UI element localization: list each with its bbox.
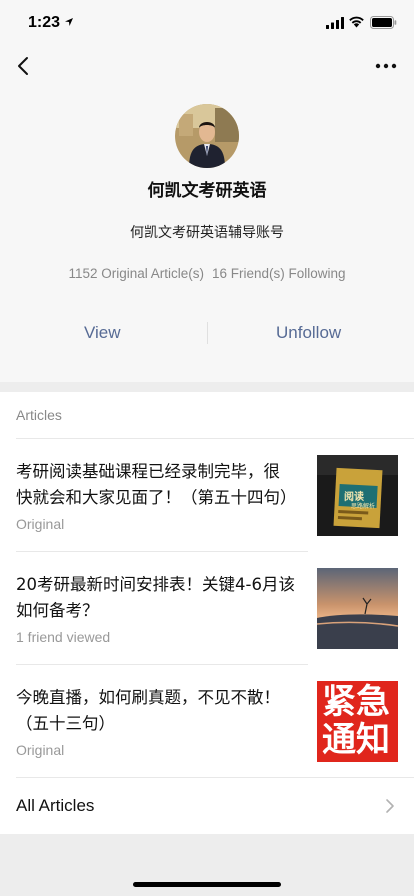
article-title: 20考研最新时间安排表！关键4-6月该如何备考？ — [16, 575, 295, 620]
battery-icon — [370, 16, 397, 29]
account-stats: 1152 Original Article(s) 16 Friend(s) Fol… — [0, 266, 414, 281]
more-icon[interactable] — [372, 58, 400, 74]
account-description: 何凯文考研英语辅导账号 — [130, 225, 284, 241]
signal-icon — [326, 17, 344, 29]
status-bar: 1:23 — [0, 0, 414, 48]
article-item[interactable]: 考研阅读基础课程已经录制完毕，很快就会和大家见面了！（第五十四句） Origin… — [0, 439, 414, 552]
article-title: 考研阅读基础课程已经录制完毕，很快就会和大家见面了！（第五十四句） — [16, 462, 296, 507]
unfollow-button[interactable]: Unfollow — [276, 316, 341, 350]
article-thumbnail: 紧急 通知 — [317, 681, 398, 762]
back-arrow-icon[interactable] — [12, 54, 36, 78]
article-title: 今晚直播，如何刷真题，不见不散！（五十三句） — [16, 688, 280, 733]
articles-section: Articles 考研阅读基础课程已经录制完毕，很快就会和大家见面了！（第五十四… — [0, 392, 414, 834]
article-thumbnail: 阅读 思路解析 — [317, 455, 398, 536]
profile-header: 何凯文考研英语 何凯文考研英语辅导账号 1152 Original Articl… — [0, 48, 414, 382]
all-articles-label: All Articles — [16, 796, 95, 815]
article-item[interactable]: 20考研最新时间安排表！关键4-6月该如何备考？ 1 friend viewed — [0, 552, 414, 665]
friends-following-count[interactable]: 16 Friend(s) Following — [212, 266, 346, 281]
articles-header: Articles — [16, 407, 62, 423]
wifi-icon — [349, 16, 364, 28]
location-arrow-icon — [65, 18, 73, 26]
original-articles-count[interactable]: 1152 Original Article(s) — [68, 266, 204, 281]
view-button[interactable]: View — [84, 316, 121, 350]
article-thumbnail — [317, 568, 398, 649]
home-indicator[interactable] — [133, 882, 281, 887]
action-row: View Unfollow — [0, 316, 414, 350]
chevron-right-icon — [386, 799, 394, 813]
account-name: 何凯文考研英语 — [147, 181, 267, 201]
all-articles-row[interactable]: All Articles — [0, 778, 414, 834]
thumbnail-text: 紧急 — [322, 682, 390, 722]
thumbnail-text: 思路解析 — [351, 503, 376, 510]
action-divider — [207, 322, 208, 344]
article-meta: 1 friend viewed — [16, 629, 111, 645]
article-meta: Original — [16, 742, 65, 758]
avatar[interactable] — [175, 104, 239, 168]
article-meta: Original — [16, 516, 65, 532]
avatar-image — [175, 104, 239, 168]
account-profile-screen: 1:23 何凯文考研英语 何凯文考研英语辅导账号 1152 Original A… — [0, 0, 414, 896]
thumbnail-text: 通知 — [322, 720, 390, 760]
status-time: 1:23 — [28, 14, 61, 31]
article-item[interactable]: 今晚直播，如何刷真题，不见不散！（五十三句） Original 紧急 通知 — [0, 665, 414, 778]
